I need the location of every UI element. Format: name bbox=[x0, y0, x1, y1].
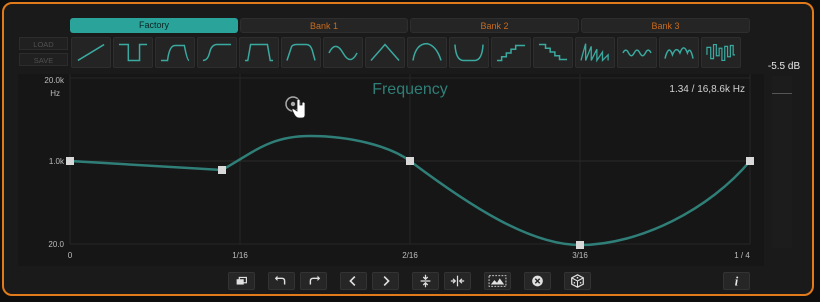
curve-node[interactable] bbox=[746, 157, 754, 165]
shape-arch-icon[interactable] bbox=[407, 37, 447, 68]
level-readout: -5.5 dB bbox=[767, 61, 801, 72]
x-label-1: 1/16 bbox=[232, 251, 248, 260]
chevron-right-icon bbox=[383, 275, 390, 287]
tab-bank-3[interactable]: Bank 3 bbox=[581, 18, 750, 33]
shape-wave-icon[interactable] bbox=[617, 37, 657, 68]
tab-bank-1[interactable]: Bank 1 bbox=[240, 18, 408, 33]
shape-trapezoid-icon[interactable] bbox=[239, 37, 279, 68]
plot-title: Frequency bbox=[372, 81, 448, 98]
shape-s-curve-icon[interactable] bbox=[197, 37, 237, 68]
tab-factory[interactable]: Factory bbox=[70, 18, 238, 33]
y-label-max: 20.0k bbox=[44, 76, 65, 85]
level-marker bbox=[772, 93, 792, 94]
x-label-2: 2/16 bbox=[402, 251, 418, 260]
y-label-mid: 1.0k bbox=[49, 157, 65, 166]
shape-sine-icon[interactable] bbox=[323, 37, 363, 68]
hand-cursor-icon bbox=[285, 96, 306, 119]
shape-peaks-icon[interactable] bbox=[659, 37, 699, 68]
curve-node[interactable] bbox=[406, 157, 414, 165]
dice-icon bbox=[571, 274, 584, 288]
redo-icon bbox=[309, 275, 321, 285]
shape-stairs-down-icon[interactable] bbox=[533, 37, 573, 68]
x-label-4: 1 / 4 bbox=[734, 251, 750, 260]
curve-node[interactable] bbox=[218, 166, 226, 174]
shape-rise-fall-icon[interactable] bbox=[281, 37, 321, 68]
save-button[interactable]: SAVE bbox=[19, 53, 68, 66]
curve-editor[interactable]: Frequency 1.34 / 16,8.6k Hz 20.0k Hz 1.0… bbox=[18, 74, 764, 266]
x-label-0: 0 bbox=[68, 251, 73, 260]
previous-button[interactable] bbox=[340, 272, 367, 290]
load-button[interactable]: LOAD bbox=[19, 37, 68, 50]
clear-button[interactable] bbox=[524, 272, 551, 290]
curve-plot[interactable]: Frequency 1.34 / 16,8.6k Hz 20.0k Hz 1.0… bbox=[18, 74, 764, 266]
info-button[interactable]: i bbox=[723, 272, 750, 290]
info-icon: i bbox=[735, 274, 739, 288]
y-unit-label: Hz bbox=[50, 89, 60, 98]
flip-horizontal-button[interactable] bbox=[444, 272, 471, 290]
curve-node[interactable] bbox=[576, 241, 584, 249]
randomize-button[interactable] bbox=[564, 272, 591, 290]
undo-icon bbox=[274, 275, 286, 285]
svg-text:i: i bbox=[735, 274, 739, 288]
range-select-icon bbox=[488, 275, 507, 287]
shape-triangle-icon[interactable] bbox=[365, 37, 405, 68]
y-label-min: 20.0 bbox=[48, 240, 64, 249]
undo-button[interactable] bbox=[268, 272, 295, 290]
shape-rounded-pulse-icon[interactable] bbox=[155, 37, 195, 68]
shape-ramp-up-icon[interactable] bbox=[71, 37, 111, 68]
curve-node[interactable] bbox=[66, 157, 74, 165]
flip-vertical-button[interactable] bbox=[412, 272, 439, 290]
next-button[interactable] bbox=[372, 272, 399, 290]
duplicate-icon bbox=[236, 276, 247, 285]
duplicate-button[interactable] bbox=[228, 272, 255, 290]
flip-vertical-icon bbox=[420, 274, 431, 288]
chevron-left-icon bbox=[349, 275, 356, 287]
redo-button[interactable] bbox=[300, 272, 327, 290]
tab-bank-2[interactable]: Bank 2 bbox=[410, 18, 579, 33]
clear-icon bbox=[532, 275, 543, 287]
shape-bowl-icon[interactable] bbox=[449, 37, 489, 68]
level-meter bbox=[772, 76, 792, 248]
shape-noise-icon[interactable] bbox=[701, 37, 741, 68]
shape-square-pulse-icon[interactable] bbox=[113, 37, 153, 68]
flip-horizontal-icon bbox=[450, 275, 465, 287]
value-readout: 1.34 / 16,8.6k Hz bbox=[669, 84, 745, 95]
range-select-button[interactable] bbox=[484, 272, 511, 290]
shape-stairs-up-icon[interactable] bbox=[491, 37, 531, 68]
shape-sawtooth-icon[interactable] bbox=[575, 37, 615, 68]
x-label-3: 3/16 bbox=[572, 251, 588, 260]
